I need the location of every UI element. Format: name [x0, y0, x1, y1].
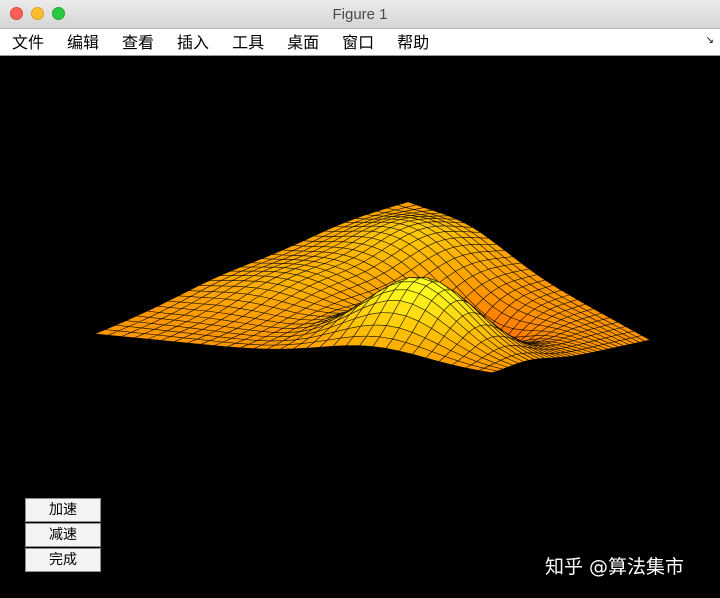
figure-canvas[interactable]	[0, 56, 720, 598]
menu-view[interactable]: 查看	[122, 29, 154, 56]
menu-edit[interactable]: 编辑	[67, 29, 99, 56]
surface-plot[interactable]	[0, 56, 720, 598]
window-title: Figure 1	[332, 6, 388, 23]
menu-tools[interactable]: 工具	[232, 29, 264, 56]
slow-down-button[interactable]: 减速	[25, 523, 101, 547]
surface-mesh	[94, 201, 651, 374]
speed-up-button[interactable]: 加速	[25, 498, 101, 522]
menubar: 文件 编辑 查看 插入 工具 桌面 窗口 帮助	[0, 29, 720, 56]
watermark-text: 知乎 @算法集市	[545, 556, 685, 578]
menu-desktop[interactable]: 桌面	[287, 29, 319, 56]
window-titlebar: Figure 1	[0, 0, 720, 29]
menu-help[interactable]: 帮助	[397, 29, 429, 56]
undock-arrow-icon[interactable]: ↘	[706, 35, 714, 46]
menu-window[interactable]: 窗口	[342, 29, 374, 56]
menu-insert[interactable]: 插入	[177, 29, 209, 56]
done-button[interactable]: 完成	[25, 548, 101, 572]
menu-file[interactable]: 文件	[12, 29, 44, 56]
